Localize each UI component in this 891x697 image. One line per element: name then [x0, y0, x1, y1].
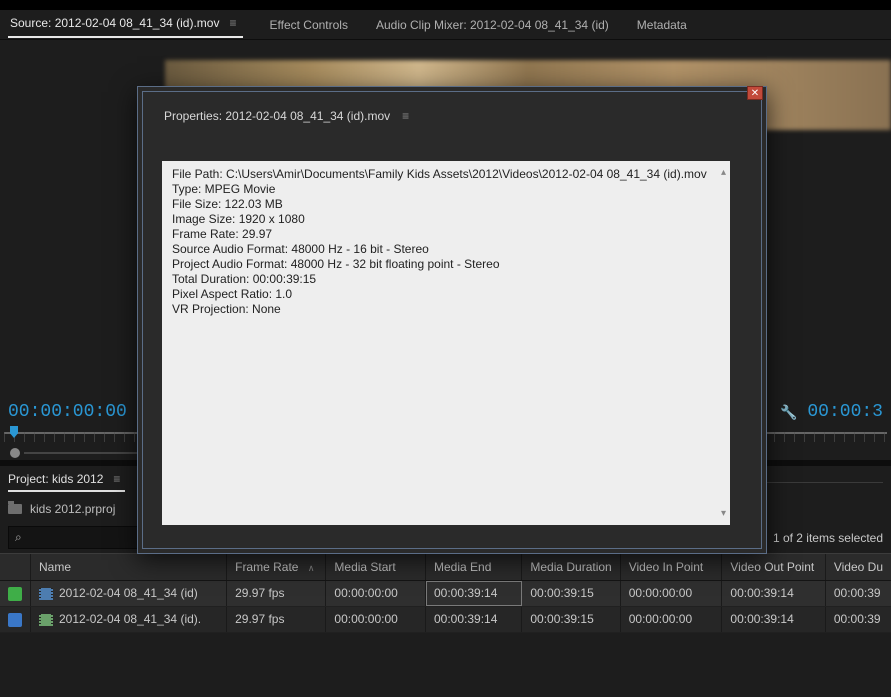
- tab-project[interactable]: Project: kids 2012 ≡: [8, 472, 125, 492]
- col-video-dur[interactable]: Video Du: [825, 554, 891, 581]
- property-line: Total Duration: 00:00:39:15: [172, 272, 720, 287]
- hamburger-icon[interactable]: ≡: [402, 109, 414, 123]
- property-line: Source Audio Format: 48000 Hz - 16 bit -…: [172, 242, 720, 257]
- cell-video-out[interactable]: 00:00:39:14: [722, 606, 825, 632]
- properties-dialog[interactable]: ✕ Properties: 2012-02-04 08_41_34 (id).m…: [137, 86, 767, 554]
- tab-audio-mixer[interactable]: Audio Clip Mixer: 2012-02-04 08_41_34 (i…: [374, 14, 611, 36]
- property-line: Project Audio Format: 48000 Hz - 32 bit …: [172, 257, 720, 272]
- col-media-start[interactable]: Media Start: [326, 554, 426, 581]
- property-line: VR Projection: None: [172, 302, 720, 317]
- dialog-title: Properties: 2012-02-04 08_41_34 (id).mov: [164, 109, 390, 123]
- table-row[interactable]: 2012-02-04 08_41_34 (id).29.97 fps00:00:…: [0, 606, 891, 632]
- cell-media-duration: 00:00:39:15: [522, 581, 620, 607]
- tab-source[interactable]: Source: 2012-02-04 08_41_34 (id).mov ≡: [8, 12, 243, 38]
- properties-text[interactable]: File Path: C:\Users\Amir\Documents\Famil…: [162, 161, 730, 525]
- property-line: Pixel Aspect Ratio: 1.0: [172, 287, 720, 302]
- timecode-current[interactable]: 00:00:00:00: [8, 402, 127, 422]
- cell-video-dur: 00:00:39: [825, 581, 891, 607]
- col-name[interactable]: Name: [31, 554, 227, 581]
- col-media-duration[interactable]: Media Duration: [522, 554, 620, 581]
- property-line: Image Size: 1920 x 1080: [172, 212, 720, 227]
- cell-media-duration: 00:00:39:15: [522, 606, 620, 632]
- table-header-row: Name Frame Rate ∧ Media Start Media End …: [0, 554, 891, 581]
- cell-media-start: 00:00:00:00: [326, 581, 426, 607]
- property-line: File Size: 122.03 MB: [172, 197, 720, 212]
- zoom-handle[interactable]: [10, 448, 20, 458]
- workspace-bar: [0, 0, 891, 10]
- label-chip[interactable]: [8, 587, 22, 601]
- col-frame-rate[interactable]: Frame Rate ∧: [227, 554, 326, 581]
- scroll-down-icon[interactable]: ▾: [721, 508, 726, 519]
- cell-media-end: 00:00:39:14: [426, 581, 522, 607]
- col-frame-rate-label: Frame Rate: [235, 560, 298, 574]
- hamburger-icon[interactable]: ≡: [113, 472, 125, 486]
- timecode-duration[interactable]: 00:00:3: [807, 402, 883, 422]
- cell-media-end: 00:00:39:14: [426, 606, 522, 632]
- wrench-icon[interactable]: 🔧: [780, 404, 797, 421]
- project-file-label: kids 2012.prproj: [30, 502, 115, 516]
- tab-source-label: Source: 2012-02-04 08_41_34 (id).mov: [10, 16, 219, 30]
- col-video-in[interactable]: Video In Point: [620, 554, 722, 581]
- col-label[interactable]: [0, 554, 31, 581]
- table-row[interactable]: 2012-02-04 08_41_34 (id)29.97 fps00:00:0…: [0, 581, 891, 607]
- cell-video-in[interactable]: 00:00:00:00: [620, 606, 722, 632]
- bin-icon: [8, 504, 22, 514]
- close-icon[interactable]: ✕: [747, 86, 763, 100]
- property-line: Frame Rate: 29.97: [172, 227, 720, 242]
- cell-frame-rate: 29.97 fps: [227, 581, 326, 607]
- label-chip[interactable]: [8, 613, 22, 627]
- scroll-up-icon[interactable]: ▴: [721, 167, 726, 178]
- cell-video-in[interactable]: 00:00:00:00: [620, 581, 722, 607]
- zoom-scrollbar[interactable]: [24, 452, 144, 454]
- clip-icon: [39, 588, 53, 600]
- property-line: Type: MPEG Movie: [172, 182, 720, 197]
- cell-frame-rate: 29.97 fps: [227, 606, 326, 632]
- selection-count: 1 of 2 items selected: [773, 531, 883, 545]
- tab-metadata[interactable]: Metadata: [635, 14, 689, 36]
- search-icon: ⌕: [15, 530, 22, 545]
- source-panel-tabs: Source: 2012-02-04 08_41_34 (id).mov ≡ E…: [0, 10, 891, 40]
- sort-asc-icon: ∧: [308, 563, 315, 573]
- tab-effect-controls[interactable]: Effect Controls: [267, 14, 349, 36]
- col-video-out[interactable]: Video Out Point: [722, 554, 825, 581]
- cell-video-out[interactable]: 00:00:39:14: [722, 581, 825, 607]
- clip-name: 2012-02-04 08_41_34 (id).: [59, 612, 201, 626]
- cell-media-start: 00:00:00:00: [326, 606, 426, 632]
- property-line: File Path: C:\Users\Amir\Documents\Famil…: [172, 167, 720, 182]
- clip-icon: [39, 614, 53, 626]
- cell-video-dur: 00:00:39: [825, 606, 891, 632]
- hamburger-icon[interactable]: ≡: [229, 16, 241, 30]
- col-media-end[interactable]: Media End: [426, 554, 522, 581]
- clip-name: 2012-02-04 08_41_34 (id): [59, 586, 198, 600]
- project-table: Name Frame Rate ∧ Media Start Media End …: [0, 553, 891, 633]
- project-title-label: Project: kids 2012: [8, 472, 103, 486]
